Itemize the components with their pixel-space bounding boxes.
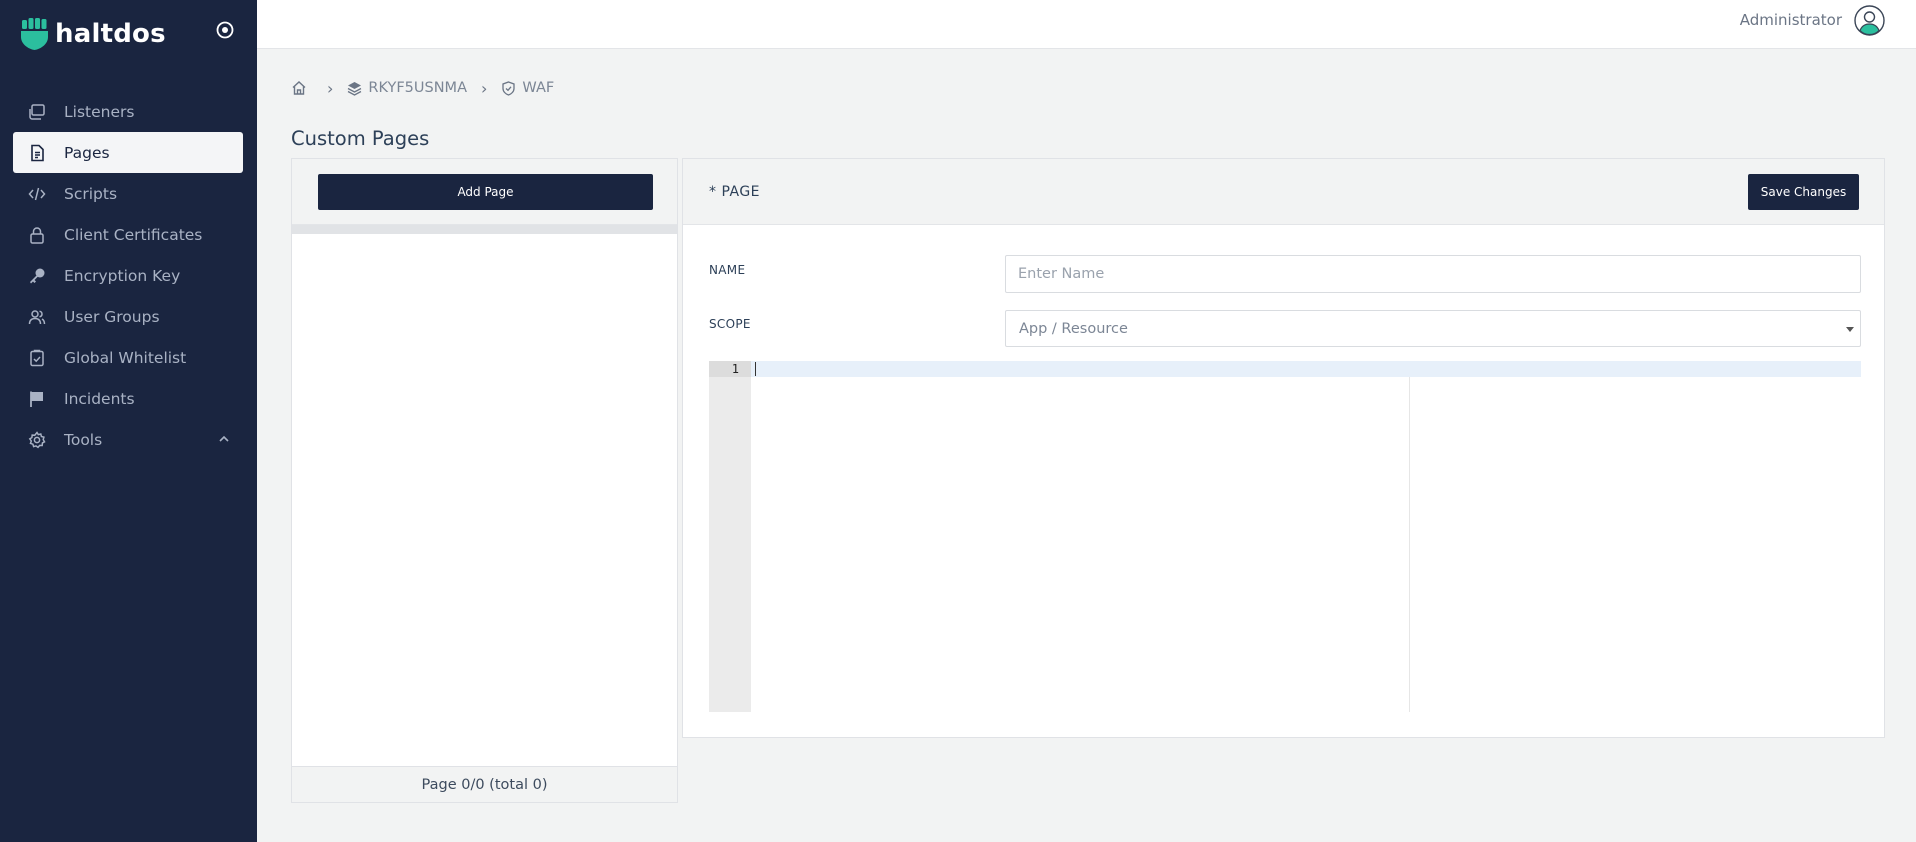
code-editor[interactable]: 1 (709, 361, 1861, 712)
brand-logo[interactable]: haltdos (20, 18, 166, 50)
users-icon (28, 308, 46, 326)
breadcrumb-item-app[interactable]: RKYF5USNMA (347, 80, 467, 96)
sidebar-item-encryption-key[interactable]: Encryption Key (13, 255, 243, 296)
editor-print-margin (1409, 377, 1410, 712)
editor-cursor (755, 362, 756, 376)
page-list-header: Add Page (292, 159, 677, 225)
sidebar-item-tools[interactable]: Tools (13, 419, 243, 460)
haltdos-fist-icon (21, 18, 48, 50)
lock-icon (28, 226, 46, 244)
editor-gutter (709, 361, 751, 712)
breadcrumb-item-waf[interactable]: WAF (501, 80, 554, 96)
user-menu[interactable]: Administrator (1740, 4, 1885, 36)
pagination: Page 0/0 (total 0) (292, 766, 677, 802)
sidebar-toggle-icon[interactable] (215, 20, 235, 40)
sidebar-item-label: Encryption Key (64, 266, 181, 285)
edit-panel-title: * PAGE (709, 184, 761, 200)
name-input[interactable] (1005, 255, 1861, 293)
document-icon (28, 144, 46, 162)
line-number: 1 (709, 361, 751, 377)
sidebar-item-pages[interactable]: Pages (13, 132, 243, 173)
breadcrumb-home[interactable] (291, 80, 313, 96)
sidebar-nav: Listeners Pages Scripts Client Certifica… (13, 91, 243, 460)
add-page-button[interactable]: Add Page (318, 174, 653, 210)
editor-active-line[interactable] (751, 361, 1861, 377)
save-changes-button[interactable]: Save Changes (1748, 174, 1859, 210)
pagination-text: Page 0/0 (total 0) (421, 776, 548, 793)
page-edit-header: * PAGE Save Changes (683, 159, 1884, 225)
avatar[interactable] (1854, 4, 1885, 36)
scope-select[interactable]: App / Resource (1005, 310, 1861, 347)
sidebar-item-label: Tools (64, 430, 103, 449)
page-edit-panel: * PAGE Save Changes NAME SCOPE App / Res… (682, 158, 1885, 738)
sidebar-item-label: Incidents (64, 389, 135, 408)
page-list-strip (292, 225, 677, 234)
breadcrumb-separator: › (481, 78, 488, 98)
sidebar-item-label: Global Whitelist (64, 348, 187, 367)
sidebar-item-label: User Groups (64, 307, 160, 326)
sidebar-item-incidents[interactable]: Incidents (13, 378, 243, 419)
sidebar-item-label: Pages (64, 143, 110, 162)
scope-label: SCOPE (709, 317, 751, 331)
breadcrumb: › RKYF5USNMA › WAF (291, 77, 554, 99)
page-title: Custom Pages (291, 127, 430, 150)
sidebar: haltdos Listeners Pages Scripts Client C… (0, 0, 257, 842)
scope-select-placeholder: App / Resource (1019, 320, 1128, 337)
sidebar-item-listeners[interactable]: Listeners (13, 91, 243, 132)
sidebar-item-global-whitelist[interactable]: Global Whitelist (13, 337, 243, 378)
top-header: Administrator (257, 0, 1916, 49)
code-icon (28, 185, 46, 203)
sidebar-item-scripts[interactable]: Scripts (13, 173, 243, 214)
window-stack-icon (28, 103, 46, 121)
sidebar-item-client-certificates[interactable]: Client Certificates (13, 214, 243, 255)
caret-down-icon (1846, 327, 1854, 332)
sidebar-item-label: Scripts (64, 184, 118, 203)
sidebar-item-user-groups[interactable]: User Groups (13, 296, 243, 337)
name-label: NAME (709, 263, 746, 277)
sidebar-item-label: Listeners (64, 102, 135, 121)
chevron-up-icon[interactable] (217, 432, 231, 446)
breadcrumb-separator: › (327, 78, 334, 98)
home-icon (292, 81, 306, 95)
clipboard-check-icon (28, 349, 46, 367)
breadcrumb-item-label: RKYF5USNMA (368, 80, 467, 96)
shield-check-icon (502, 80, 516, 96)
key-icon (28, 267, 46, 285)
breadcrumb-item-label: WAF (522, 80, 555, 96)
layers-icon (348, 81, 362, 96)
user-name: Administrator (1739, 11, 1842, 29)
gear-icon (28, 430, 46, 449)
sidebar-item-label: Client Certificates (64, 225, 203, 244)
page-list-panel: Add Page Page 0/0 (total 0) (291, 158, 678, 803)
flag-icon (28, 390, 46, 408)
brand-name: haltdos (55, 19, 166, 49)
